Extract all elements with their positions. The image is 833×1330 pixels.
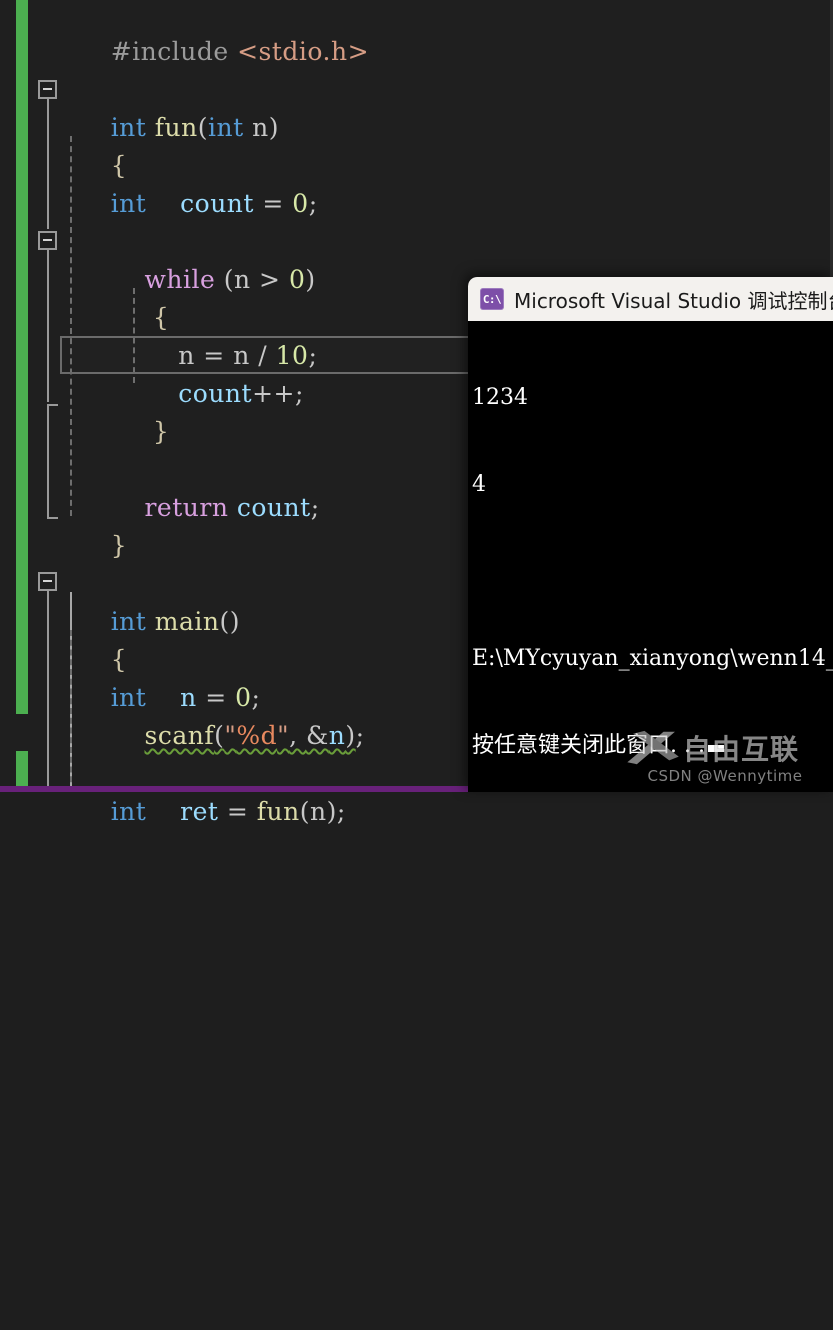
token-ident-ret: ret: [180, 797, 219, 826]
code-line[interactable]: {: [60, 603, 127, 674]
console-cmd-icon: C:\: [480, 288, 504, 310]
token-parens: (): [219, 607, 241, 636]
token-ident-count: count: [236, 493, 311, 522]
token-paren-close: ): [305, 265, 316, 294]
code-line[interactable]: int main(): [60, 565, 240, 636]
token-assign: =: [253, 189, 293, 218]
code-line[interactable]: int count = 0;: [60, 147, 318, 218]
token-type-int: int: [208, 113, 244, 142]
token-increment: ++;: [252, 379, 304, 408]
console-title-bar[interactable]: C:\ Microsoft Visual Studio 调试控制台: [468, 277, 833, 321]
token-ident-n: n: [233, 265, 251, 294]
token-assign: =: [218, 797, 257, 826]
token-number-zero: 0: [288, 265, 306, 294]
token-string-quote-open: ": [224, 721, 237, 750]
debug-console-window[interactable]: C:\ Microsoft Visual Studio 调试控制台 1234 4…: [468, 277, 833, 792]
token-type-int: int: [110, 797, 147, 826]
token-format-specifier: %d: [236, 721, 278, 750]
code-line[interactable]: scanf("%d", &n);: [60, 679, 365, 750]
token-paren-close: ): [268, 113, 280, 142]
console-output-line: 1234: [472, 385, 528, 410]
token-ampersand: &: [306, 721, 329, 750]
token-func-main: main: [154, 607, 220, 636]
code-line[interactable]: while (n > 0): [60, 223, 316, 294]
token-func-fun: fun: [256, 797, 300, 826]
token-header: <stdio.h>: [237, 37, 370, 66]
code-line[interactable]: n = n / 10;: [60, 299, 317, 370]
token-ident-n: n: [310, 797, 327, 826]
token-number-zero: 0: [292, 189, 309, 218]
console-prompt-line: 按任意键关闭此窗口. . .: [472, 731, 833, 760]
token-param-n: n: [252, 113, 269, 142]
token-keyword-return: return: [144, 493, 229, 522]
token-semicolon: ;: [308, 189, 318, 218]
block-cursor-icon: [707, 745, 724, 752]
token-comma: ,: [289, 721, 307, 750]
token-operator-gt: >: [250, 265, 289, 294]
token-preprocessor: #include: [110, 37, 229, 66]
token-paren-open: (: [197, 113, 209, 142]
token-ident-count: count: [178, 379, 253, 408]
token-func-scanf: scanf: [144, 721, 215, 750]
vs-status-bar: [0, 786, 470, 792]
console-output-path: E:\MYcyuyan_xianyong\wenn14_c\: [472, 646, 833, 671]
token-string-quote-close: ": [277, 721, 290, 750]
token-semicolon: ;: [310, 493, 320, 522]
console-prompt-text: 按任意键关闭此窗口. . .: [472, 733, 705, 758]
token-condition: (: [215, 265, 234, 294]
token-semicolon: ;: [355, 721, 365, 750]
code-line[interactable]: #include <stdio.h>: [60, 0, 369, 66]
token-paren-close: ): [345, 721, 356, 750]
code-line[interactable]: }: [60, 489, 127, 560]
token-ident-count: count: [180, 189, 254, 218]
code-line[interactable]: {: [60, 261, 169, 332]
token-paren-open: (: [214, 721, 225, 750]
token-semicolon: ;: [308, 341, 318, 370]
code-line[interactable]: {: [60, 109, 127, 180]
token-brace-close: }: [110, 531, 128, 560]
scanf-call-with-warning[interactable]: scanf("%d", &n): [144, 721, 355, 750]
token-paren-open: (: [299, 797, 311, 826]
console-output-line-blank: [472, 557, 833, 586]
console-output-line: 4: [472, 472, 486, 497]
token-func-fun: fun: [154, 113, 198, 142]
console-output-area[interactable]: 1234 4 E:\MYcyuyan_xianyong\wenn14_c\ 按任…: [468, 321, 833, 792]
code-line[interactable]: }: [60, 375, 169, 446]
code-line[interactable]: return count;: [60, 451, 320, 522]
console-title-text: Microsoft Visual Studio 调试控制台: [514, 288, 833, 313]
code-line[interactable]: int fun(int n): [60, 71, 279, 142]
token-call-close: );: [326, 797, 346, 826]
code-line[interactable]: count++;: [60, 337, 304, 408]
code-line[interactable]: int n = 0;: [60, 641, 260, 712]
token-type-int: int: [110, 189, 147, 218]
token-brace-close: }: [110, 417, 170, 446]
token-ident-n: n: [328, 721, 346, 750]
